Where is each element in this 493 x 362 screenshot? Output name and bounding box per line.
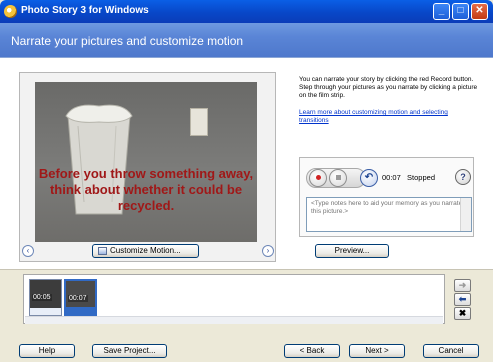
- page-title: Narrate your pictures and customize moti…: [11, 34, 244, 48]
- previous-picture-button[interactable]: ‹: [22, 245, 34, 257]
- customize-motion-label: Customize Motion...: [110, 246, 181, 255]
- delete-narration-button[interactable]: ↶: [360, 169, 378, 187]
- app-icon: [4, 5, 17, 18]
- back-button[interactable]: < Back: [284, 344, 340, 358]
- wall-outlet-image: [190, 108, 208, 136]
- maximize-button[interactable]: □: [452, 3, 469, 20]
- filmstrip-scrollbar[interactable]: [25, 316, 443, 324]
- stop-button[interactable]: [329, 169, 347, 187]
- stop-icon: [335, 175, 341, 181]
- cancel-button[interactable]: Cancel: [423, 344, 479, 358]
- filmstrip-thumbnail-selected[interactable]: 00:07: [64, 279, 97, 316]
- close-button[interactable]: ✕: [471, 3, 488, 20]
- back-label: < Back: [299, 346, 325, 355]
- cancel-label: Cancel: [438, 346, 464, 355]
- help-button[interactable]: Help: [19, 344, 75, 358]
- help-icon: ?: [460, 172, 466, 182]
- narration-help-button[interactable]: ?: [455, 169, 471, 185]
- arrow-right-icon: ➜: [458, 280, 467, 290]
- save-project-button[interactable]: Save Project...: [92, 344, 167, 358]
- thumbnail-duration: 00:07: [68, 295, 88, 302]
- undo-icon: ↶: [364, 172, 374, 183]
- move-left-button[interactable]: ⬅: [454, 293, 471, 306]
- customize-motion-button[interactable]: Customize Motion...: [92, 244, 199, 258]
- remove-picture-button[interactable]: ✖: [454, 307, 471, 320]
- wizard-header: Narrate your pictures and customize moti…: [0, 23, 493, 58]
- thumbnail-status-bar: [66, 307, 95, 314]
- filmstrip: 00:05 00:07: [23, 274, 445, 324]
- narration-notes-input[interactable]: [306, 197, 472, 232]
- instructions-text: You can narrate your story by clicking t…: [299, 76, 478, 99]
- arrow-left-icon: ⬅: [458, 294, 467, 304]
- motion-icon: [98, 247, 107, 255]
- thumbnail-duration: 00:05: [32, 294, 52, 301]
- move-right-button[interactable]: ➜: [454, 279, 471, 292]
- next-label: Next >: [365, 346, 389, 355]
- preview-label: Preview...: [334, 246, 370, 255]
- record-controls: [306, 168, 366, 188]
- chevron-right-icon: ›: [266, 246, 270, 255]
- chevron-left-icon: ‹: [26, 246, 30, 255]
- learn-more-link[interactable]: Learn more about customizing motion and …: [299, 109, 479, 125]
- notes-scrollbar[interactable]: [460, 198, 471, 231]
- save-project-label: Save Project...: [103, 346, 156, 355]
- delete-icon: ✖: [458, 308, 467, 318]
- narration-time: 00:07: [382, 173, 401, 182]
- narration-timer: 00:07 Stopped: [382, 173, 435, 182]
- record-icon: [315, 175, 321, 181]
- narration-panel: ↶ 00:07 Stopped ?: [299, 157, 474, 237]
- title-bar: Photo Story 3 for Windows _ □ ✕: [0, 0, 493, 23]
- minimize-button[interactable]: _: [433, 3, 450, 20]
- thumbnail-status-bar: [30, 308, 61, 315]
- narration-status: Stopped: [407, 173, 435, 182]
- next-button[interactable]: Next >: [349, 344, 405, 358]
- preview-button[interactable]: Preview...: [315, 244, 389, 258]
- picture-caption: Before you throw something away, think a…: [38, 166, 254, 213]
- window-title: Photo Story 3 for Windows: [21, 5, 149, 16]
- help-label: Help: [38, 346, 56, 355]
- record-button[interactable]: [309, 169, 327, 187]
- next-picture-button[interactable]: ›: [262, 245, 274, 257]
- picture-preview: Before you throw something away, think a…: [35, 82, 257, 242]
- filmstrip-thumbnail[interactable]: 00:05: [29, 279, 62, 316]
